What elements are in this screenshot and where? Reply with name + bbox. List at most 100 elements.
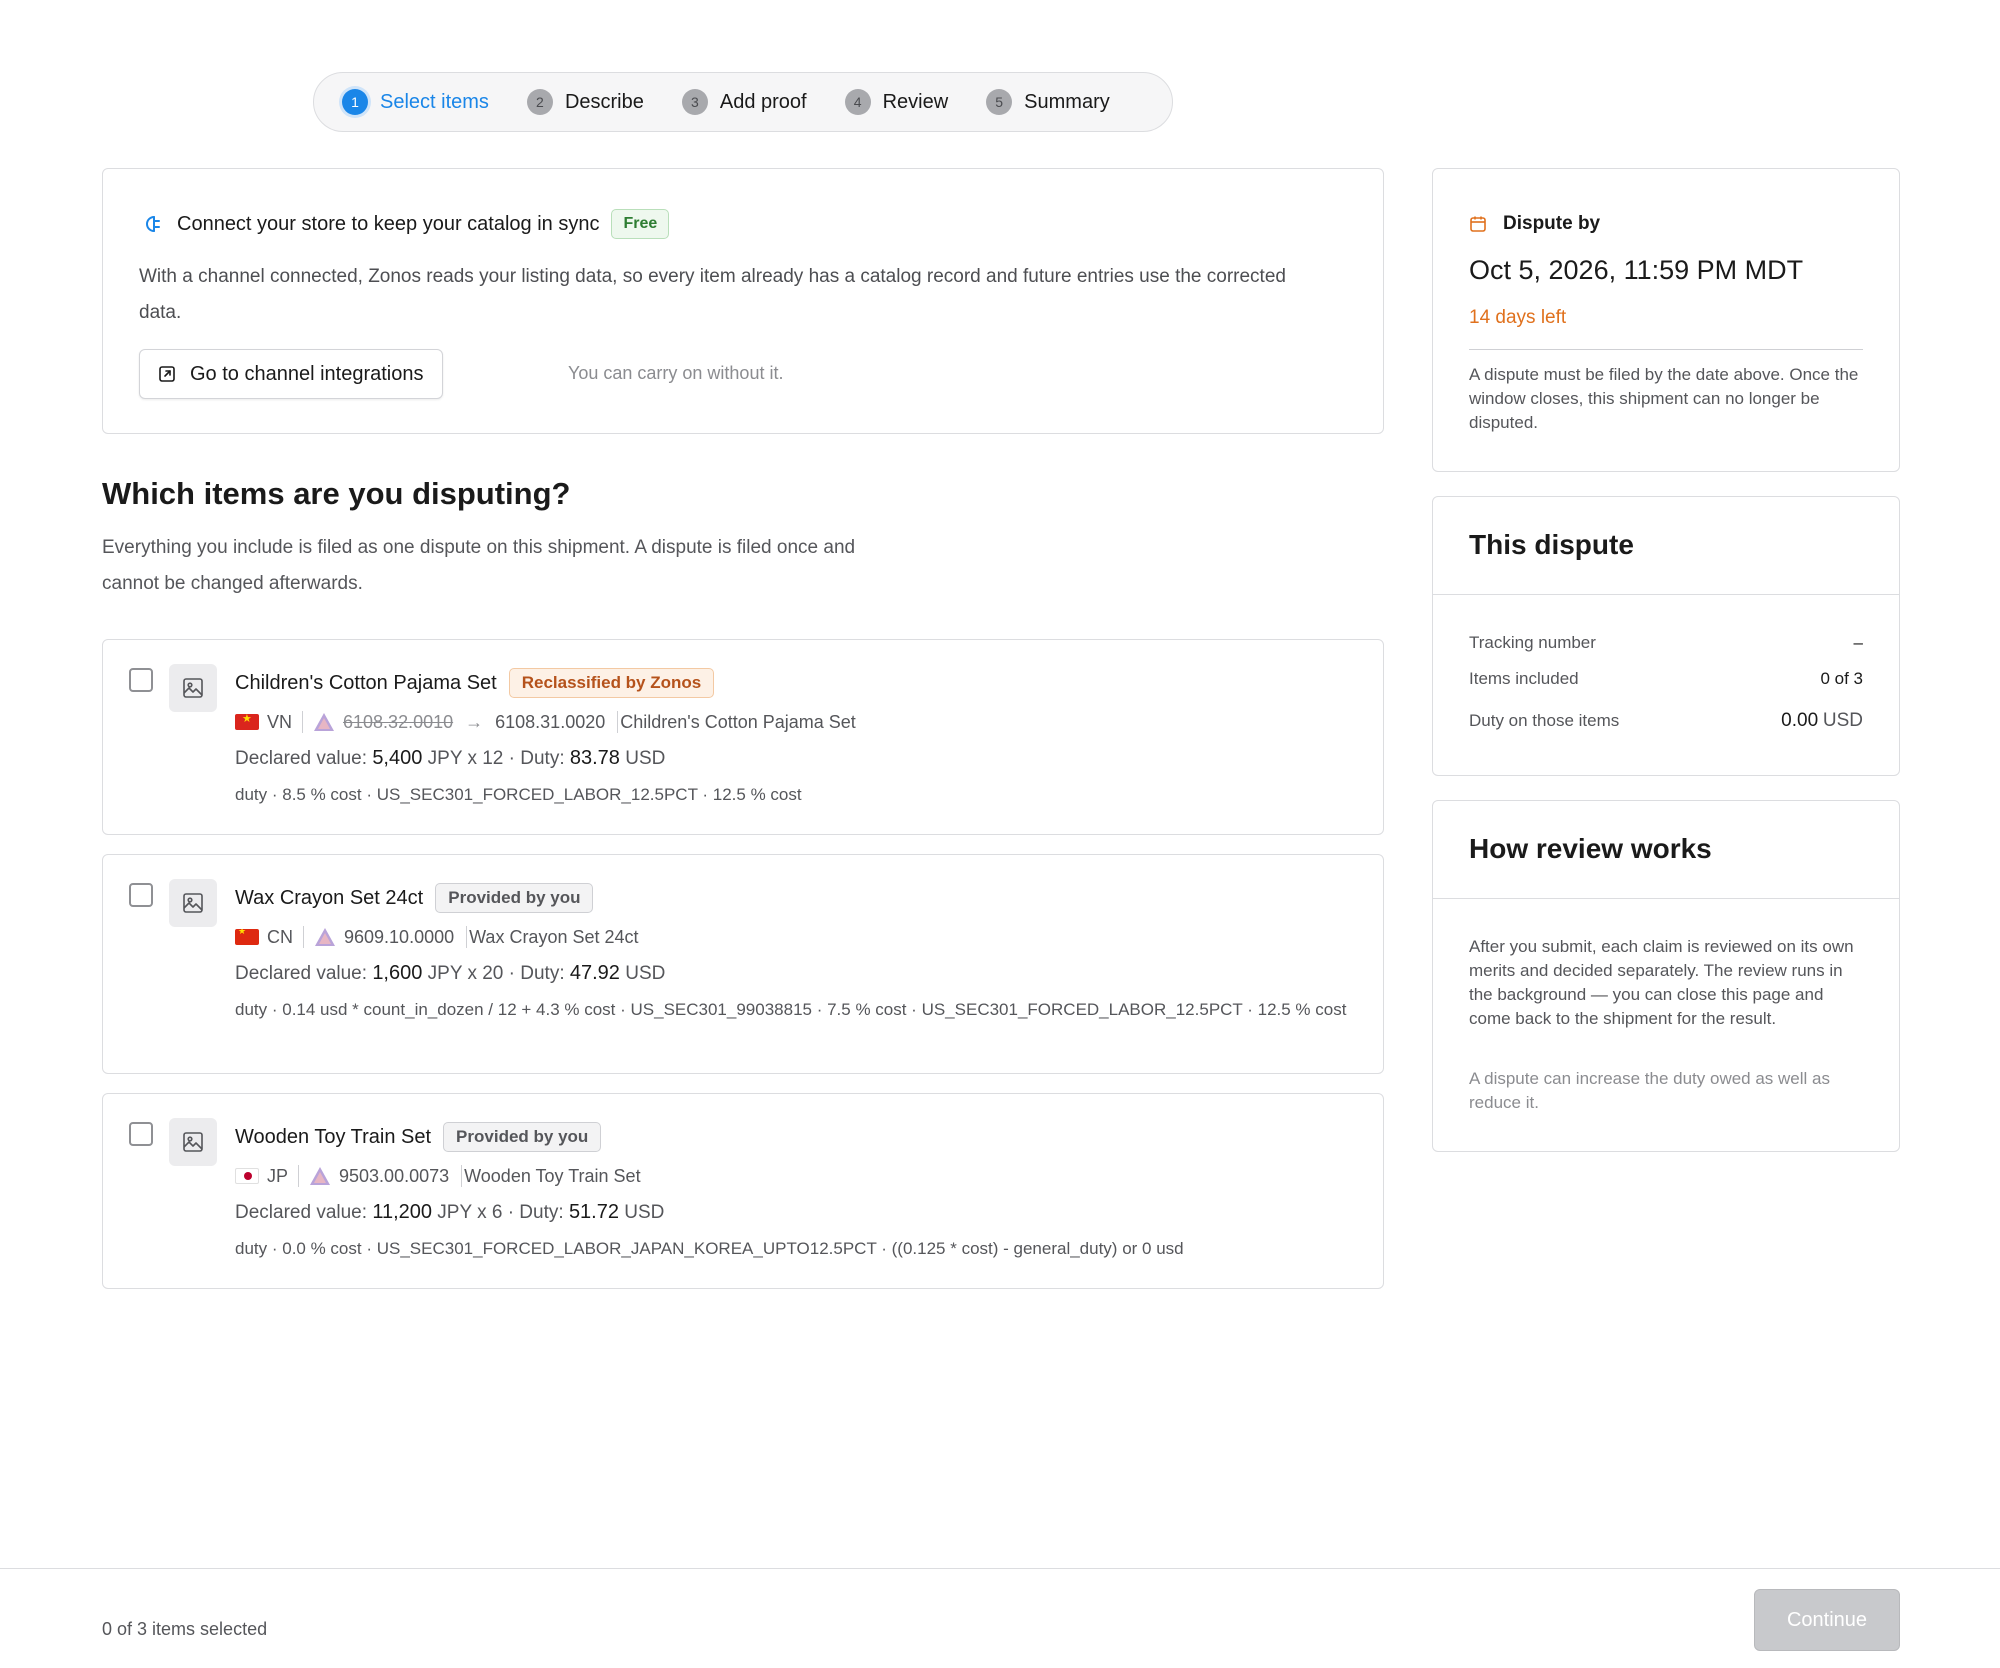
hs-code: 9609.10.0000 — [344, 926, 455, 947]
external-link-icon — [159, 366, 175, 382]
provided-tag: Provided by you — [443, 1122, 602, 1152]
step-describe[interactable]: 2 Describe — [526, 89, 644, 115]
items-included-value: 0 of 3 — [1820, 669, 1863, 688]
items-included-label: Items included — [1469, 669, 1579, 688]
duty-formula: duty · 8.5 % cost · US_SEC301_FORCED_LAB… — [235, 785, 802, 804]
tracking-number-row: Tracking number – — [1469, 633, 1863, 653]
step-label: Review — [882, 90, 949, 113]
item-checkbox[interactable] — [129, 668, 153, 692]
declared-label: Declared value: — [235, 748, 368, 769]
country-code: CN — [267, 926, 293, 947]
provided-tag: Provided by you — [435, 883, 594, 913]
hs-code: 6108.31.0020 — [495, 711, 606, 732]
tracking-number-value: – — [1853, 633, 1863, 652]
dispute-by-label: Dispute by — [1503, 213, 1601, 234]
item-title-row: Wax Crayon Set 24ct Provided by you — [235, 883, 1357, 913]
divider — [617, 711, 619, 733]
items-section-subtitle: Everything you include is filed as one d… — [102, 537, 856, 594]
divider — [461, 1165, 463, 1187]
image-placeholder-icon — [169, 1118, 217, 1166]
item-value-line: Declared value: 5,400 JPY x 12 · Duty: 8… — [235, 744, 1357, 773]
divider — [466, 926, 468, 948]
channel-integrations-button[interactable]: Go to channel integrations — [139, 349, 443, 399]
item-classification: VN 6108.32.0010 → 6108.31.0020 Children'… — [235, 710, 1357, 734]
footer-bar: 0 of 3 items selected Continue — [0, 1568, 2000, 1668]
hs-code-icon — [314, 713, 335, 731]
item-classification: JP 9503.00.0073 Wooden Toy Train Set — [235, 1164, 1357, 1188]
review-info-title: How review works — [1469, 833, 1712, 864]
review-info-card: How review works After you submit, each … — [1432, 800, 1900, 1152]
duty-unit: USD — [625, 963, 666, 984]
step-number: 4 — [844, 89, 871, 115]
dispute-summary-card: This dispute Tracking number – Items inc… — [1432, 496, 1900, 776]
step-number: 5 — [986, 89, 1013, 115]
hs-code-icon — [315, 928, 335, 946]
divider — [1469, 349, 1863, 350]
step-add-proof[interactable]: 3 Add proof — [681, 89, 807, 115]
item-classification: CN 9609.10.0000 Wax Crayon Set 24ct — [235, 925, 1357, 949]
step-number: 3 — [681, 89, 708, 115]
divider — [1433, 594, 1899, 595]
items-section-title: Which items are you disputing? — [102, 476, 571, 511]
item-details: Children's Cotton Pajama Set Reclassifie… — [235, 668, 1357, 807]
step-summary[interactable]: 5 Summary — [986, 89, 1110, 115]
duty-amount: 51.72 — [568, 1201, 619, 1223]
divider — [303, 926, 304, 948]
selected-count: 0 of 3 items selected — [102, 1619, 268, 1639]
item-checkbox[interactable] — [129, 883, 153, 907]
duty-total-label: Duty on those items — [1469, 711, 1620, 730]
duty-total-row: Duty on those items 0.00 USD — [1469, 710, 1863, 732]
dispute-deadline-note: A dispute must be filed by the date abov… — [1469, 365, 1859, 432]
vietnam-flag-icon — [235, 714, 259, 730]
item-value-line: Declared value: 11,200 JPY x 6 · Duty: 5… — [235, 1198, 1357, 1227]
japan-flag-icon — [235, 1168, 259, 1184]
calendar-icon — [1470, 216, 1486, 232]
declared-amount: 1,600 — [372, 962, 423, 984]
arrow-right-icon: → — [465, 711, 484, 732]
china-flag-icon — [235, 929, 259, 945]
step-review[interactable]: 4 Review — [844, 89, 949, 115]
item-card: Children's Cotton Pajama Set Reclassifie… — [102, 639, 1384, 835]
duty-unit: USD — [624, 1202, 665, 1223]
free-badge: Free — [611, 209, 670, 239]
declared-label: Declared value: — [235, 1202, 368, 1223]
item-checkbox[interactable] — [129, 1122, 153, 1146]
item-details: Wax Crayon Set 24ct Provided by you CN 9… — [235, 883, 1357, 1022]
divider — [302, 711, 304, 733]
image-placeholder-icon — [169, 664, 217, 712]
reclassified-tag: Reclassified by Zonos — [508, 668, 715, 698]
hs-code: 9503.00.0073 — [339, 1165, 450, 1186]
hs-description: Wax Crayon Set 24ct — [469, 926, 639, 947]
progress-stepper: 1 Select items 2 Describe 3 Add proof 4 … — [313, 72, 1173, 132]
divider — [1433, 898, 1899, 899]
declared-unit: JPY x 20 — [427, 963, 504, 984]
items-included-row: Items included 0 of 3 — [1469, 669, 1863, 689]
connect-store-title: Connect your store to keep your catalog … — [177, 212, 600, 235]
duty-amount: 83.78 — [569, 747, 620, 769]
tracking-number-label: Tracking number — [1469, 633, 1596, 652]
duty-total-value: 0.00 USD — [1781, 710, 1863, 732]
connect-store-card: Connect your store to keep your catalog … — [102, 168, 1384, 434]
duty-unit: USD — [625, 748, 666, 769]
step-label: Add proof — [719, 90, 807, 113]
declared-unit: JPY x 12 — [427, 748, 504, 769]
connect-store-header: Connect your store to keep your catalog … — [139, 209, 670, 239]
carry-on-hint: You can carry on without it. — [568, 363, 784, 383]
declared-label: Declared value: — [235, 963, 368, 984]
step-number: 2 — [526, 89, 553, 115]
image-placeholder-icon — [169, 879, 217, 927]
continue-button[interactable]: Continue — [1754, 1589, 1900, 1651]
step-select-items[interactable]: 1 Select items — [342, 89, 489, 115]
item-value-line: Declared value: 1,600 JPY x 20 · Duty: 4… — [235, 959, 1357, 988]
dispute-summary-title: This dispute — [1469, 529, 1634, 560]
item-title-row: Wooden Toy Train Set Provided by you — [235, 1122, 1357, 1152]
dispute-deadline-header: Dispute by — [1469, 213, 1600, 235]
item-title: Children's Cotton Pajama Set — [235, 671, 497, 694]
hs-code-icon — [310, 1167, 331, 1185]
duty-amount: 47.92 — [569, 962, 620, 984]
old-hs-code: 6108.32.0010 — [343, 711, 454, 732]
step-label: Describe — [564, 90, 644, 113]
item-card: Wooden Toy Train Set Provided by you JP … — [102, 1093, 1384, 1289]
dispute-deadline-date: Oct 5, 2026, 11:59 PM MDT — [1469, 255, 1804, 285]
duty-total-amount: 0.00 — [1781, 710, 1819, 731]
